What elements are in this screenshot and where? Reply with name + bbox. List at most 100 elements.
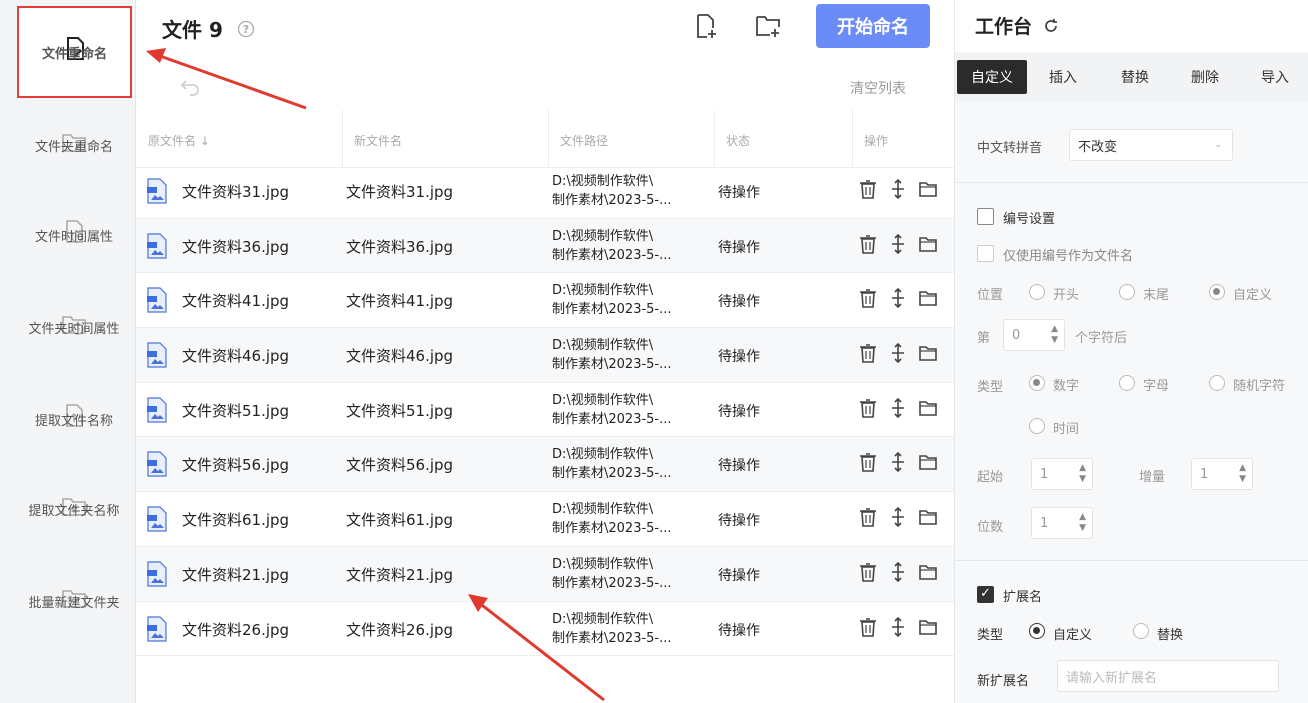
table-row[interactable]: 文件资料31.jpg 文件资料31.jpg D:\视频制作软件\ 制作素材\2023…: [136, 164, 954, 219]
table-row[interactable]: 文件资料56.jpg 文件资料56.jpg D:\视频制作软件\ 制作素材\2023…: [136, 437, 954, 493]
move-icon[interactable]: [888, 616, 908, 638]
sidebar-item-file-rename[interactable]: 文件重命名: [17, 6, 132, 98]
file-count: 9: [208, 18, 223, 42]
position-custom-radio[interactable]: [1209, 284, 1225, 300]
position-end-radio[interactable]: [1119, 284, 1135, 300]
add-file-icon[interactable]: [692, 12, 720, 40]
new-name-cell: 文件资料26.jpg: [346, 620, 454, 639]
sidebar-item-extract-folder-names[interactable]: 提取文件夹名称: [14, 464, 134, 554]
help-icon[interactable]: ?: [237, 20, 255, 38]
delete-icon[interactable]: [858, 178, 878, 200]
move-icon[interactable]: [888, 178, 908, 200]
new-name-cell: 文件资料51.jpg: [346, 401, 454, 420]
type-number-label: 数字: [1053, 379, 1080, 394]
delete-icon[interactable]: [858, 451, 878, 473]
stepper-icon[interactable]: ▲ ▼: [1239, 463, 1246, 485]
open-folder-icon[interactable]: [918, 616, 938, 638]
digits-input[interactable]: 1 ▲ ▼: [1031, 507, 1093, 539]
tab-replace[interactable]: 替换: [1105, 60, 1165, 94]
open-folder-icon[interactable]: [918, 287, 938, 309]
status-cell: 待操作: [718, 185, 760, 201]
open-folder-icon[interactable]: [918, 451, 938, 473]
original-name-cell: 文件资料61.jpg: [182, 511, 290, 530]
type-random-radio[interactable]: [1209, 375, 1225, 391]
move-icon[interactable]: [888, 287, 908, 309]
only-number-checkbox[interactable]: [977, 245, 994, 262]
table-row[interactable]: 文件资料41.jpg 文件资料41.jpg D:\视频制作软件\ 制作素材\2023…: [136, 273, 954, 329]
ext-type-custom-radio[interactable]: [1029, 623, 1045, 639]
move-icon[interactable]: [888, 561, 908, 583]
table-row[interactable]: 文件资料36.jpg 文件资料36.jpg D:\视频制作软件\ 制作素材\2023…: [136, 218, 954, 274]
new-ext-placeholder: 请输入新扩展名: [1066, 670, 1158, 686]
type-number-radio[interactable]: [1029, 375, 1045, 391]
ext-type-custom-label: 自定义: [1053, 628, 1093, 643]
pinyin-select[interactable]: 不改变 ⌄: [1069, 129, 1233, 161]
start-rename-button[interactable]: 开始命名: [816, 4, 930, 48]
delete-icon[interactable]: [858, 397, 878, 419]
refresh-icon[interactable]: [1042, 17, 1060, 35]
type-letter-radio[interactable]: [1119, 375, 1135, 391]
table-row[interactable]: 文件资料51.jpg 文件资料51.jpg D:\视频制作软件\ 制作素材\2023…: [136, 383, 954, 438]
svg-text:?: ?: [243, 23, 249, 36]
clear-list-link[interactable]: 清空列表: [850, 78, 906, 98]
stepper-icon[interactable]: ▲ ▼: [1079, 512, 1086, 534]
path-cell: D:\视频制作软件\ 制作素材\2023-5-...: [552, 556, 672, 591]
start-input[interactable]: 1 ▲ ▼: [1031, 458, 1093, 490]
delete-icon[interactable]: [858, 561, 878, 583]
divider: [955, 182, 1308, 183]
tab-insert[interactable]: 插入: [1033, 60, 1093, 94]
position-start-radio[interactable]: [1029, 284, 1045, 300]
tab-import[interactable]: 导入: [1245, 60, 1305, 94]
open-folder-icon[interactable]: [918, 561, 938, 583]
extension-checkbox[interactable]: ✓: [977, 586, 994, 603]
type-time-radio[interactable]: [1029, 418, 1045, 434]
move-icon[interactable]: [888, 397, 908, 419]
col-original-name[interactable]: 原文件名 ↓: [148, 132, 210, 149]
type-time-label: 时间: [1053, 422, 1080, 437]
table-row[interactable]: 文件资料61.jpg 文件资料61.jpg D:\视频制作软件\ 制作素材\2023…: [136, 492, 954, 547]
step-input[interactable]: 1 ▲ ▼: [1191, 458, 1253, 490]
nth-input[interactable]: 0 ▲ ▼: [1003, 319, 1065, 351]
delete-icon[interactable]: [858, 342, 878, 364]
sidebar-item-batch-new-folder[interactable]: 批量新建文件夹: [14, 556, 134, 646]
move-icon[interactable]: [888, 342, 908, 364]
sidebar-item-extract-file-names[interactable]: 提取文件名称: [14, 374, 134, 464]
table-row[interactable]: 文件资料46.jpg 文件资料46.jpg D:\视频制作软件\ 制作素材\2023…: [136, 328, 954, 383]
move-icon[interactable]: [888, 233, 908, 255]
new-name-cell: 文件资料41.jpg: [346, 292, 454, 311]
tab-delete[interactable]: 删除: [1175, 60, 1235, 94]
sidebar-item-file-time[interactable]: 文件时间属性: [14, 190, 134, 280]
table-row[interactable]: 文件资料21.jpg 文件资料21.jpg D:\视频制作软件\ 制作素材\2023…: [136, 546, 954, 602]
open-folder-icon[interactable]: [918, 233, 938, 255]
new-ext-input[interactable]: 请输入新扩展名: [1057, 660, 1279, 692]
stepper-icon[interactable]: ▲ ▼: [1079, 463, 1086, 485]
delete-icon[interactable]: [858, 287, 878, 309]
numbering-checkbox[interactable]: [977, 208, 994, 225]
image-file-icon: [147, 233, 167, 259]
open-folder-icon[interactable]: [918, 506, 938, 528]
title-text: 文件: [162, 18, 202, 42]
add-folder-icon[interactable]: [754, 12, 782, 40]
open-folder-icon[interactable]: [918, 342, 938, 364]
delete-icon[interactable]: [858, 233, 878, 255]
move-icon[interactable]: [888, 451, 908, 473]
open-folder-icon[interactable]: [918, 397, 938, 419]
status-cell: 待操作: [718, 294, 760, 311]
table-row[interactable]: 文件资料26.jpg 文件资料26.jpg D:\视频制作软件\ 制作素材\2023…: [136, 602, 954, 657]
row-actions: [858, 561, 938, 583]
delete-icon[interactable]: [858, 616, 878, 638]
open-folder-icon[interactable]: [918, 178, 938, 200]
undo-icon[interactable]: [180, 78, 202, 96]
tab-custom[interactable]: 自定义: [957, 60, 1027, 94]
sidebar-item-folder-rename[interactable]: 文件夹重命名: [14, 100, 134, 190]
ext-type-replace-radio[interactable]: [1133, 623, 1149, 639]
delete-icon[interactable]: [858, 506, 878, 528]
col-new-name: 新文件名: [354, 134, 403, 148]
move-icon[interactable]: [888, 506, 908, 528]
sidebar-item-folder-time[interactable]: 文件夹时间属性: [14, 282, 134, 372]
row-actions: [858, 342, 938, 364]
path-cell: D:\视频制作软件\ 制作素材\2023-5-...: [552, 392, 672, 427]
stepper-icon[interactable]: ▲ ▼: [1051, 324, 1058, 346]
numbering-label: 编号设置: [1003, 212, 1056, 227]
new-name-cell: 文件资料36.jpg: [346, 237, 454, 256]
